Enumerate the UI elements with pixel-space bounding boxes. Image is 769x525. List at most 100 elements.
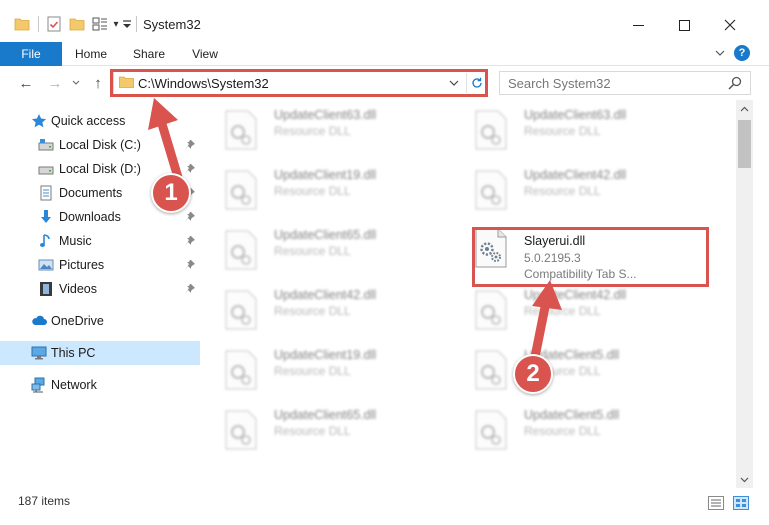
file-name: UpdateClient42.dll <box>524 288 627 302</box>
sidebar-item-pictures[interactable]: Pictures <box>0 253 200 277</box>
sidebar-item-onedrive[interactable]: OneDrive <box>0 309 200 333</box>
dll-file-icon <box>224 110 258 150</box>
item-count: 187 items <box>18 494 71 508</box>
pin-icon[interactable] <box>184 235 196 247</box>
file-description: Resource DLL <box>524 424 601 438</box>
customize-icon[interactable] <box>91 14 109 34</box>
sidebar-item-this-pc[interactable]: This PC <box>0 341 200 365</box>
file-tile-slayerui[interactable]: Slayerui.dll 5.0.2195.3 Compatibility Ta… <box>460 220 700 281</box>
pin-icon[interactable] <box>184 163 196 175</box>
tab-share[interactable]: Share <box>124 42 174 66</box>
sidebar-item-label: Videos <box>59 282 97 296</box>
window-title: System32 <box>143 17 201 32</box>
vertical-scrollbar[interactable] <box>736 100 753 488</box>
pin-icon[interactable] <box>184 211 196 223</box>
address-path: C:\Windows\System32 <box>138 76 269 91</box>
file-description: Resource DLL <box>524 124 601 138</box>
sidebar-item-quick-access[interactable]: Quick access <box>0 109 200 133</box>
file-tile[interactable]: UpdateClient5.dll Resource DLL <box>460 340 700 392</box>
star-icon <box>31 113 47 129</box>
forward-button[interactable]: → <box>46 74 64 92</box>
file-tile[interactable]: UpdateClient5.dll Resource DLL <box>460 400 700 452</box>
file-tile[interactable]: UpdateClient19.dll Resource DLL <box>210 340 450 392</box>
dll-file-icon <box>474 410 508 450</box>
expand-ribbon-icon[interactable] <box>712 45 728 61</box>
navigation-pane: Quick access Local Disk (C:) Local Disk … <box>0 100 200 488</box>
file-description: Resource DLL <box>274 364 351 378</box>
file-version: 5.0.2195.3 <box>524 251 581 265</box>
file-name: UpdateClient42.dll <box>524 168 627 182</box>
minimize-button[interactable] <box>615 10 661 40</box>
details-view-icon[interactable] <box>708 496 724 510</box>
close-button[interactable] <box>707 10 753 40</box>
file-name: UpdateClient63.dll <box>524 108 627 122</box>
file-name: UpdateClient19.dll <box>274 348 377 362</box>
sidebar-item-network[interactable]: Network <box>0 373 200 397</box>
pin-icon[interactable] <box>184 259 196 271</box>
sidebar-item-music[interactable]: Music <box>0 229 200 253</box>
back-button[interactable]: ← <box>17 74 35 92</box>
sidebar-item-label: Music <box>59 234 92 248</box>
file-description: Compatibility Tab S... <box>524 267 637 281</box>
maximize-button[interactable] <box>661 10 707 40</box>
quick-access-dropdown-icon[interactable] <box>121 14 133 34</box>
sidebar-item-label: Quick access <box>51 114 126 128</box>
cloud-icon <box>31 313 47 329</box>
callout-step-1: 1 <box>151 173 191 213</box>
dll-file-icon <box>474 110 508 150</box>
file-tile[interactable]: UpdateClient42.dll Resource DLL <box>460 160 700 212</box>
sidebar-item-label: This PC <box>51 346 96 360</box>
scrollbar-thumb[interactable] <box>738 120 751 168</box>
up-button[interactable]: ↑ <box>89 74 107 92</box>
address-row: ← → ↑ C:\Windows\System32 Search System3… <box>0 66 769 100</box>
dll-file-icon <box>224 230 258 270</box>
file-tile[interactable]: UpdateClient65.dll Resource DLL <box>210 400 450 452</box>
file-tile[interactable]: UpdateClient19.dll Resource DLL <box>210 160 450 212</box>
address-bar[interactable]: C:\Windows\System32 <box>113 71 487 95</box>
sidebar-item-label: OneDrive <box>51 314 104 328</box>
file-name: UpdateClient5.dll <box>524 408 620 422</box>
sidebar-item-local-disk-c[interactable]: Local Disk (C:) <box>0 133 200 157</box>
separator <box>38 16 39 32</box>
file-name: Slayerui.dll <box>524 234 586 248</box>
tab-view[interactable]: View <box>180 42 230 66</box>
sidebar-item-label: Pictures <box>59 258 105 272</box>
scroll-down-icon[interactable] <box>736 471 753 488</box>
ribbon: File Home Share View ? <box>0 40 769 66</box>
search-input[interactable]: Search System32 <box>499 71 751 95</box>
sidebar-item-label: Documents <box>59 186 123 200</box>
search-icon[interactable] <box>728 76 744 92</box>
dll-file-icon <box>224 290 258 330</box>
computer-icon <box>31 345 47 361</box>
file-description: Resource DLL <box>274 244 351 258</box>
file-tile[interactable]: UpdateClient42.dll Resource DLL <box>460 280 700 332</box>
properties-icon[interactable] <box>45 14 63 34</box>
recent-locations-button[interactable] <box>70 74 82 92</box>
pin-icon[interactable] <box>184 283 196 295</box>
file-tile[interactable]: UpdateClient65.dll Resource DLL <box>210 220 450 272</box>
file-tile[interactable]: UpdateClient42.dll Resource DLL <box>210 280 450 332</box>
tab-home[interactable]: Home <box>66 42 116 66</box>
sidebar-item-videos[interactable]: Videos <box>0 277 200 301</box>
help-icon[interactable]: ? <box>734 45 750 61</box>
file-name: UpdateClient19.dll <box>274 168 377 182</box>
file-tile[interactable]: UpdateClient63.dll Resource DLL <box>460 100 700 152</box>
callout-step-2: 2 <box>513 354 553 394</box>
refresh-icon[interactable] <box>466 73 486 93</box>
pin-icon[interactable] <box>184 139 196 151</box>
scroll-up-icon[interactable] <box>736 100 753 117</box>
file-tile[interactable]: UpdateClient63.dll Resource DLL <box>210 100 450 152</box>
file-description: Resource DLL <box>274 124 351 138</box>
new-folder-icon[interactable] <box>68 14 86 34</box>
drive-icon <box>38 161 54 177</box>
folder-icon <box>119 76 134 88</box>
title-bar: ▾ System32 <box>0 0 769 40</box>
file-description: Resource DLL <box>274 184 351 198</box>
file-name: UpdateClient65.dll <box>274 408 377 422</box>
tab-file[interactable]: File <box>0 42 62 66</box>
large-icons-view-icon[interactable] <box>733 496 749 510</box>
address-dropdown-icon[interactable] <box>446 75 462 91</box>
file-description: Resource DLL <box>524 304 601 318</box>
separator <box>136 16 137 32</box>
file-name: UpdateClient65.dll <box>274 228 377 242</box>
